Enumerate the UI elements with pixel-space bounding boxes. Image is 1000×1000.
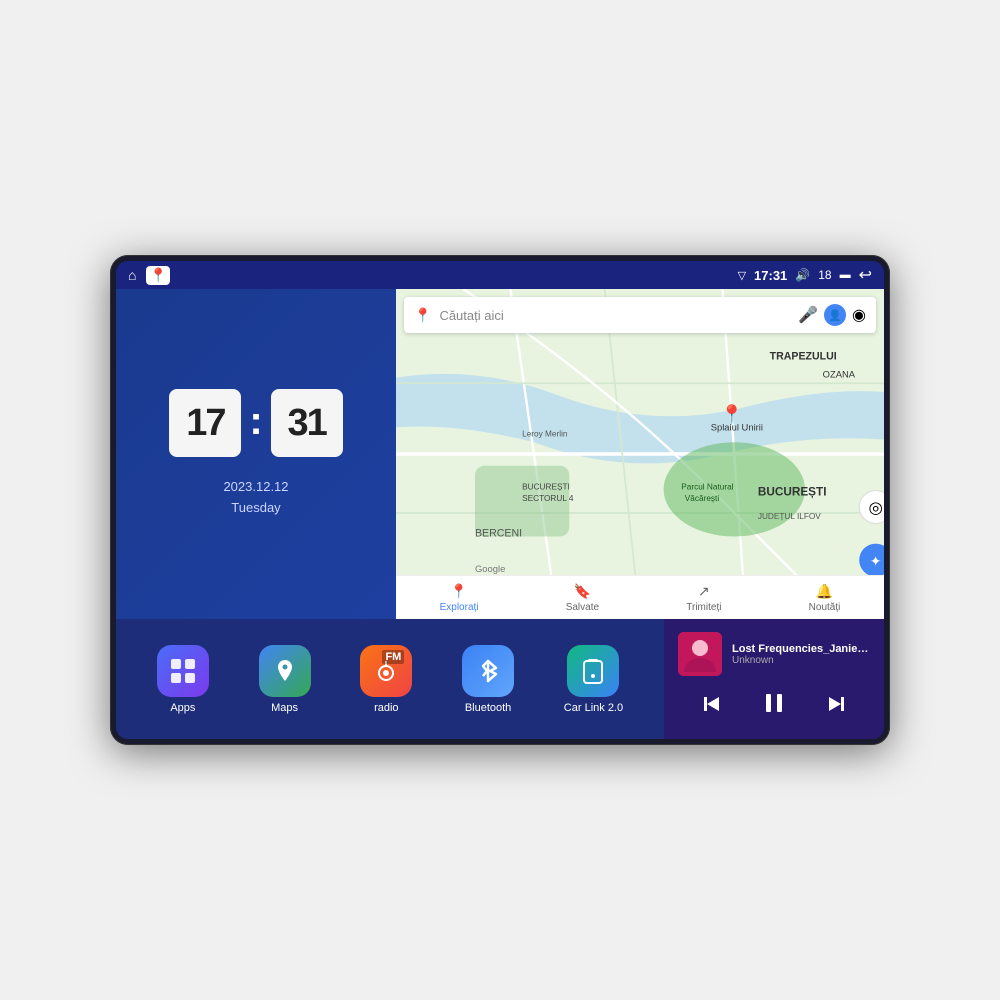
car-display-device: ⌂ 📍 ▽ 17:31 🔊 18 ▬ ↩ 17 : xyxy=(110,255,890,745)
explore-icon: 📍 xyxy=(450,583,467,600)
clock-colon: : xyxy=(249,389,262,457)
apps-label: Apps xyxy=(170,702,195,714)
main-content: 17 : 31 2023.12.12 Tuesday 📍 Căutați aic… xyxy=(116,289,884,739)
app-item-maps[interactable]: Maps xyxy=(259,645,311,714)
status-bar: ⌂ 📍 ▽ 17:31 🔊 18 ▬ ↩ xyxy=(116,261,884,289)
maps-pin-icon[interactable]: 📍 xyxy=(146,266,169,285)
app-item-bluetooth[interactable]: Bluetooth xyxy=(462,645,514,714)
play-pause-button[interactable] xyxy=(757,686,791,726)
saved-label: Salvate xyxy=(566,602,599,613)
status-time: 17:31 xyxy=(754,268,787,283)
map-tab-news[interactable]: 🔔 Noutăți xyxy=(809,583,841,613)
bluetooth-icon xyxy=(462,645,514,697)
battery-level: 18 xyxy=(818,268,831,282)
apps-area: Apps Maps FM radio xyxy=(116,619,664,739)
music-title: Lost Frequencies_Janieck Devy-... xyxy=(732,643,870,655)
bluetooth-label: Bluetooth xyxy=(465,702,511,714)
gps-icon: ▽ xyxy=(738,269,746,282)
status-right: ▽ 17:31 🔊 18 ▬ ↩ xyxy=(738,265,872,285)
svg-text:JUDEȚUL ILFOV: JUDEȚUL ILFOV xyxy=(758,512,821,521)
music-top: Lost Frequencies_Janieck Devy-... Unknow… xyxy=(678,632,870,676)
music-info: Lost Frequencies_Janieck Devy-... Unknow… xyxy=(732,643,870,666)
music-artist: Unknown xyxy=(732,655,870,666)
svg-text:BUCUREȘTI: BUCUREȘTI xyxy=(758,485,827,498)
radio-icon: FM xyxy=(360,645,412,697)
carlink-icon xyxy=(567,645,619,697)
explore-label: Explorați xyxy=(440,602,479,613)
bottom-section: Apps Maps FM radio xyxy=(116,619,884,739)
news-label: Noutăți xyxy=(809,602,841,613)
account-icon[interactable]: 👤 xyxy=(824,304,846,326)
saved-icon: 🔖 xyxy=(574,583,591,600)
status-left: ⌂ 📍 xyxy=(128,266,170,285)
map-tab-share[interactable]: ↗ Trimiteți xyxy=(686,583,721,613)
svg-text:Leroy Merlin: Leroy Merlin xyxy=(522,429,568,438)
carlink-label: Car Link 2.0 xyxy=(564,702,623,714)
share-icon: ↗ xyxy=(698,583,710,600)
layers-icon[interactable]: ◉ xyxy=(852,305,866,325)
map-search-pin-icon: 📍 xyxy=(414,307,431,324)
svg-text:✦: ✦ xyxy=(870,553,882,569)
clock-display: 17 : 31 xyxy=(169,389,342,457)
map-bottom-bar: 📍 Explorați 🔖 Salvate ↗ Trimiteți 🔔 xyxy=(396,575,884,619)
app-item-radio[interactable]: FM radio xyxy=(360,645,412,714)
map-tab-explore[interactable]: 📍 Explorați xyxy=(440,583,479,613)
clock-minutes: 31 xyxy=(271,389,343,457)
maps-icon xyxy=(259,645,311,697)
map-search-placeholder[interactable]: Căutați aici xyxy=(439,308,790,323)
map-tab-saved[interactable]: 🔖 Salvate xyxy=(566,583,599,613)
map-panel[interactable]: 📍 Căutați aici 🎤 👤 ◉ xyxy=(396,289,884,619)
map-background: TRAPEZULUI Splaiul Unirii BUCUREȘTI JUDE… xyxy=(396,289,884,619)
svg-text:Văcărești: Văcărești xyxy=(685,494,720,503)
voice-search-icon[interactable]: 🎤 xyxy=(798,305,818,325)
svg-text:BERCENI: BERCENI xyxy=(475,528,522,540)
next-button[interactable] xyxy=(821,689,851,724)
clock-hours: 17 xyxy=(169,389,241,457)
svg-text:📍: 📍 xyxy=(720,403,743,426)
volume-icon[interactable]: 🔊 xyxy=(795,268,810,282)
radio-label: radio xyxy=(374,702,398,714)
music-player: Lost Frequencies_Janieck Devy-... Unknow… xyxy=(664,619,884,739)
map-search-icons: 🎤 👤 ◉ xyxy=(798,304,866,326)
home-icon[interactable]: ⌂ xyxy=(128,267,136,283)
svg-text:TRAPEZULUI: TRAPEZULUI xyxy=(770,351,837,363)
app-item-apps[interactable]: Apps xyxy=(157,645,209,714)
svg-text:Parcul Natural: Parcul Natural xyxy=(681,482,733,491)
svg-text:OZANA: OZANA xyxy=(823,368,856,379)
maps-label: Maps xyxy=(271,702,298,714)
top-section: 17 : 31 2023.12.12 Tuesday 📍 Căutați aic… xyxy=(116,289,884,619)
battery-icon: ▬ xyxy=(840,269,851,281)
news-icon: 🔔 xyxy=(816,583,833,600)
svg-text:◎: ◎ xyxy=(869,499,883,517)
map-search-bar[interactable]: 📍 Căutați aici 🎤 👤 ◉ xyxy=(404,297,876,333)
music-thumbnail xyxy=(678,632,722,676)
prev-button[interactable] xyxy=(697,689,727,724)
music-controls xyxy=(678,686,870,726)
svg-text:Google: Google xyxy=(475,563,505,574)
share-label: Trimiteți xyxy=(686,602,721,613)
back-icon[interactable]: ↩ xyxy=(859,265,872,285)
app-item-carlink[interactable]: Car Link 2.0 xyxy=(564,645,623,714)
apps-icon xyxy=(157,645,209,697)
screen: ⌂ 📍 ▽ 17:31 🔊 18 ▬ ↩ 17 : xyxy=(116,261,884,739)
clock-panel: 17 : 31 2023.12.12 Tuesday xyxy=(116,289,396,619)
clock-date: 2023.12.12 Tuesday xyxy=(223,477,288,519)
